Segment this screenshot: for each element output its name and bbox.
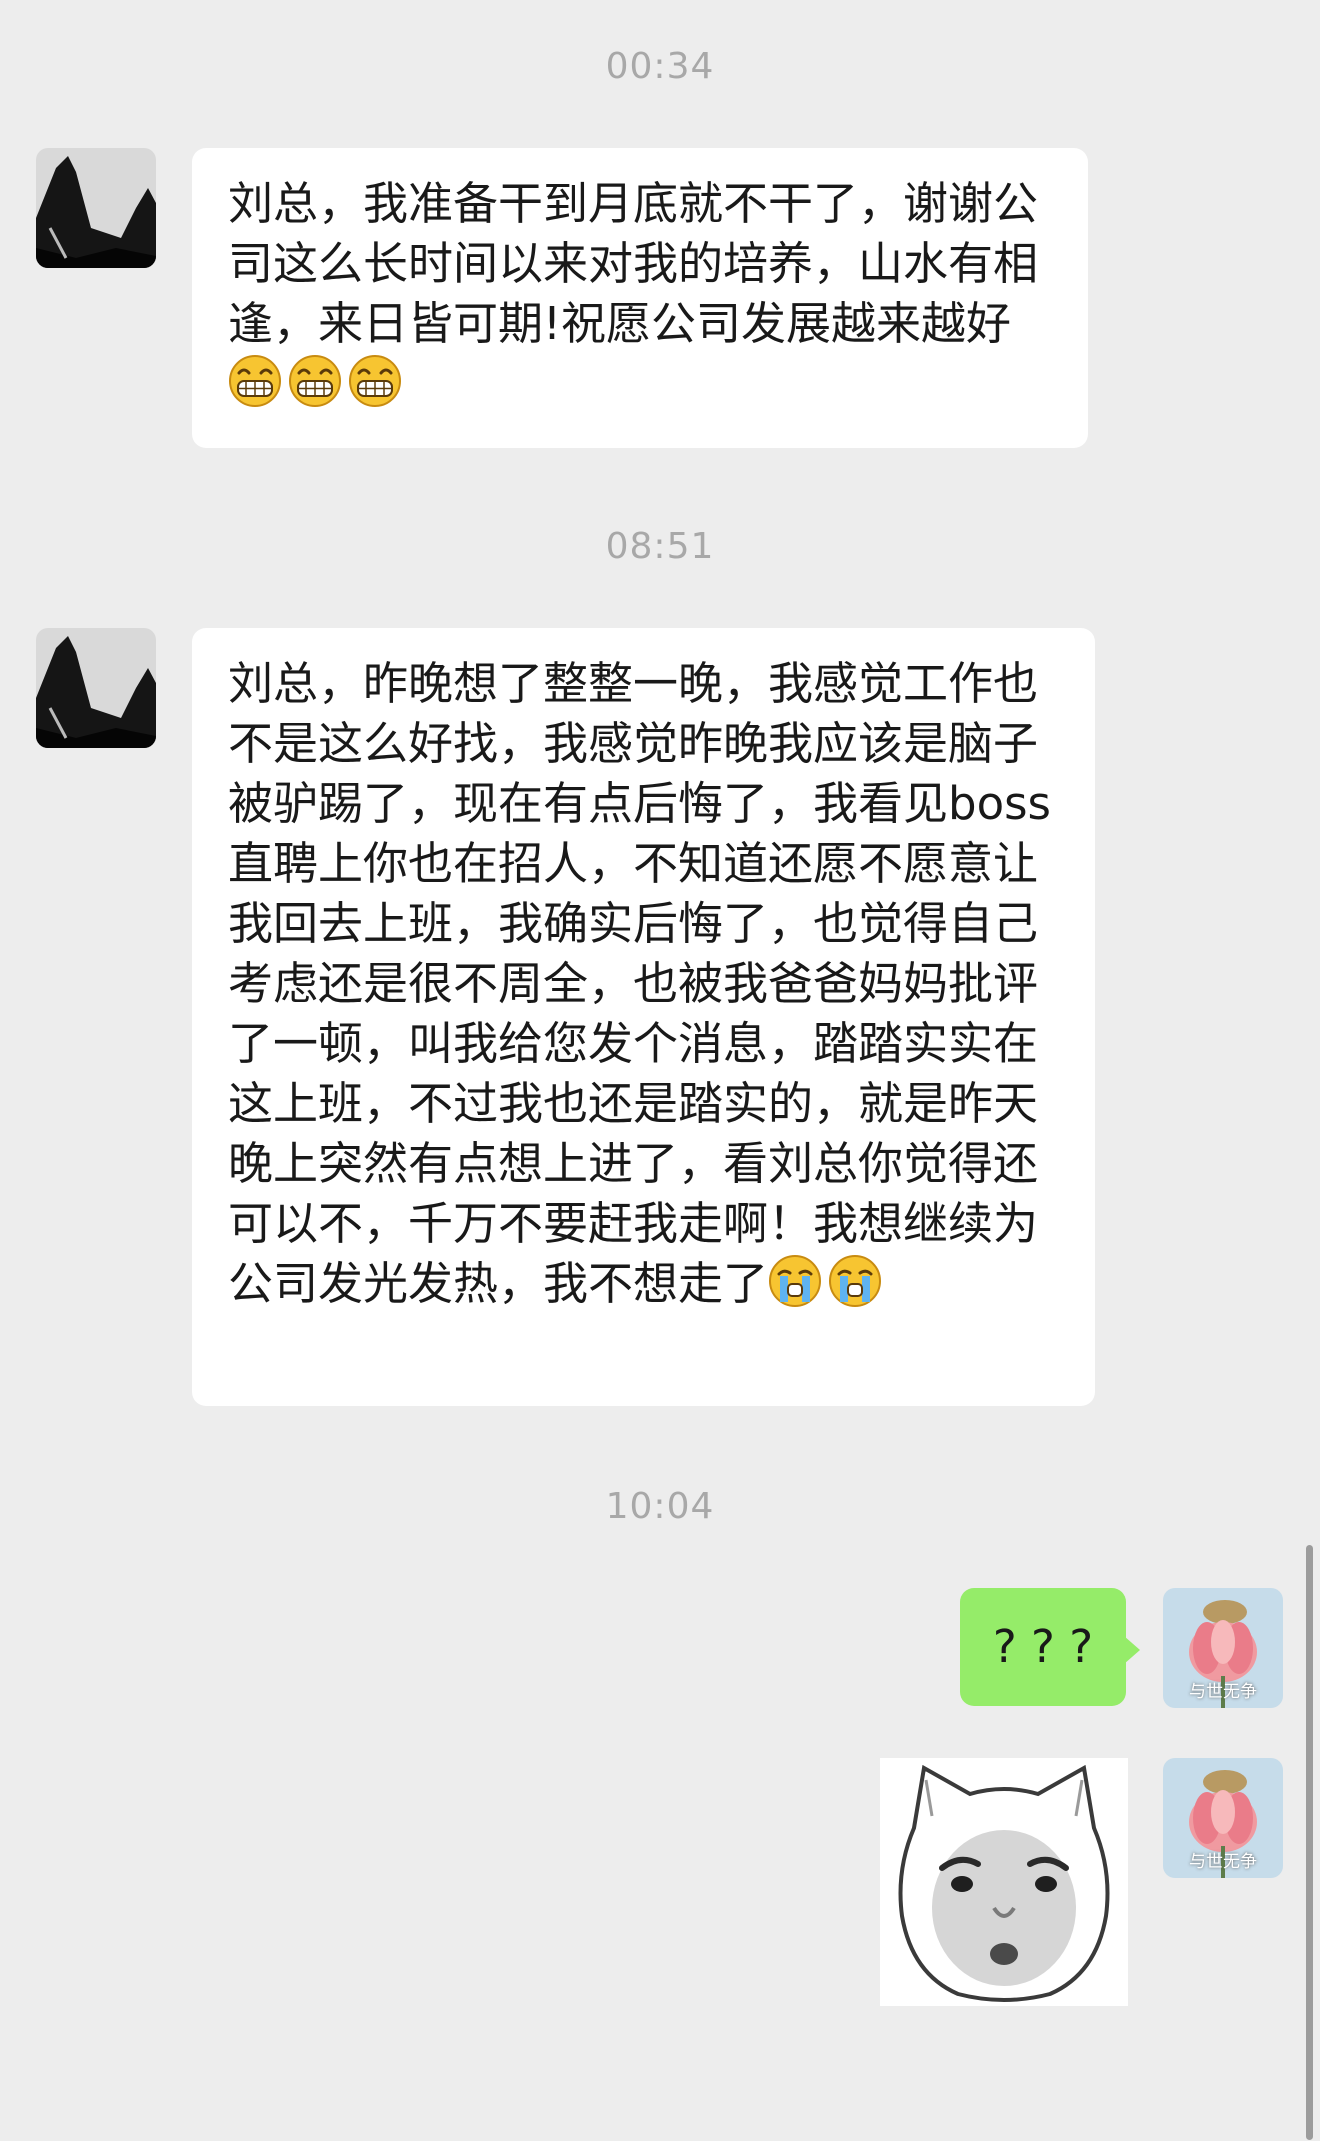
shocked-face-sticker[interactable] [880, 1758, 1128, 2006]
message-text: 刘总，昨晚想了整整一晚，我感觉工作也不是这么好找，我感觉昨晚我应该是脑子被驴踢了… [228, 657, 1051, 1310]
grinning-face-emoji [228, 354, 408, 410]
contact-avatar[interactable] [36, 628, 156, 748]
scrollbar[interactable] [1306, 1545, 1313, 2140]
my-avatar[interactable]: 与世无争 [1163, 1588, 1283, 1708]
timestamp: 08:51 [605, 526, 715, 567]
message-text: 刘总，我准备干到月底就不干了，谢谢公司这么长时间以来对我的培养，山水有相逢，来日… [228, 177, 1039, 350]
incoming-message-bubble[interactable]: 刘总，昨晚想了整整一晚，我感觉工作也不是这么好找，我感觉昨晚我应该是脑子被驴踢了… [192, 628, 1095, 1406]
avatar-caption: 与世无争 [1189, 1682, 1257, 1702]
loudly-crying-face-emoji [768, 1254, 888, 1310]
incoming-message-bubble[interactable]: 刘总，我准备干到月底就不干了，谢谢公司这么长时间以来对我的培养，山水有相逢，来日… [192, 148, 1088, 448]
timestamp: 00:34 [605, 46, 715, 87]
contact-avatar[interactable] [36, 148, 156, 268]
message-text: ? ? ? [992, 1620, 1094, 1673]
timestamp: 10:04 [605, 1486, 715, 1527]
my-avatar[interactable]: 与世无争 [1163, 1758, 1283, 1878]
outgoing-message-bubble[interactable]: ? ? ? [960, 1588, 1140, 1706]
avatar-caption: 与世无争 [1189, 1852, 1257, 1872]
